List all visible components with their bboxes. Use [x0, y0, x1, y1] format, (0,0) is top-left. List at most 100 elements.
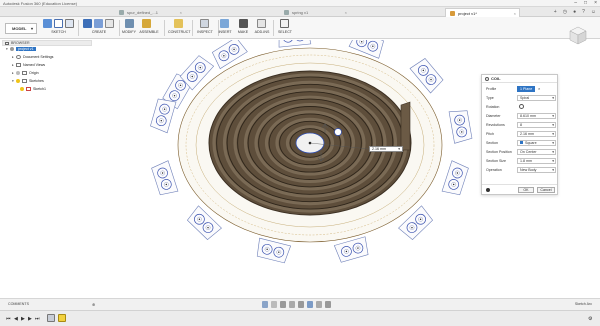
browser-node-root[interactable]: ▾ project v1 — [6, 47, 36, 52]
row-label: Pitch — [486, 132, 494, 136]
clock-icon[interactable]: ◷ — [563, 7, 567, 17]
visibility-icon[interactable] — [10, 47, 14, 52]
sketch-tab — [441, 160, 469, 196]
coil-end-face — [400, 101, 411, 151]
rotation-icon — [519, 104, 524, 109]
clear-selection-icon[interactable]: × — [538, 86, 540, 92]
toolbar-divider — [192, 20, 193, 36]
minimize-icon[interactable]: – — [574, 0, 577, 7]
construct-group[interactable]: CONSTRUCT — [168, 19, 191, 37]
chevron-down-icon: ▾ — [398, 147, 400, 151]
settings-gear-icon[interactable]: ⚙ — [588, 316, 593, 322]
browser-node-sketch1[interactable]: Sketch1 — [20, 87, 46, 92]
select-group[interactable]: SELECT — [275, 19, 295, 37]
cancel-button[interactable]: Cancel — [537, 187, 555, 193]
browser-node-sketches[interactable]: ▾ Sketches — [12, 79, 44, 84]
grid-settings-icon[interactable] — [316, 301, 322, 308]
revolutions-input[interactable]: 8 ▾ — [517, 122, 556, 128]
tab-spur[interactable]: spur_defined_...1 × — [115, 8, 185, 17]
ok-button[interactable]: OK — [518, 187, 534, 193]
operation-dropdown[interactable]: New Body ▾ — [517, 167, 556, 173]
gear-icon — [16, 55, 21, 60]
toolbar-divider — [164, 20, 165, 36]
add-comment-icon[interactable]: ⊕ — [92, 302, 95, 307]
type-dropdown[interactable]: Spiral ▾ — [517, 95, 556, 101]
row-label: Section — [486, 141, 498, 145]
visibility-icon[interactable] — [16, 71, 20, 76]
profile-selector[interactable]: 1 Plane — [517, 86, 535, 92]
modify-group[interactable]: MODIFY — [112, 19, 136, 37]
display-settings-icon[interactable] — [307, 301, 313, 308]
maximize-icon[interactable]: □ — [584, 0, 587, 7]
browser-node-named-views[interactable]: ▸ Named Views — [12, 63, 45, 68]
bell-icon[interactable]: ● — [573, 7, 576, 17]
assemble-group[interactable]: ASSEMBLE — [136, 19, 162, 37]
orbit-icon[interactable] — [262, 301, 268, 308]
row-label: Profile — [486, 87, 497, 91]
user-icon[interactable]: ☺ — [591, 7, 596, 17]
go-to-end-icon[interactable]: ⏭ — [35, 316, 40, 322]
zoom-window-icon[interactable] — [298, 301, 304, 308]
help-icon[interactable]: ? — [582, 7, 585, 17]
workspace-selector[interactable]: MODEL ▾ — [5, 23, 37, 34]
insert-group[interactable]: INSERT — [215, 19, 235, 37]
step-forward-icon[interactable]: ▶ — [28, 316, 33, 322]
browser-icon — [5, 42, 9, 45]
pitch-input[interactable]: 2.16 mm ▾ — [517, 131, 556, 137]
coil-dialog-header[interactable]: COIL — [482, 75, 557, 83]
row-value: Square — [525, 141, 537, 145]
timeline-marker[interactable] — [58, 314, 66, 322]
chevron-down-icon: ▾ — [552, 114, 554, 118]
pitch-dimension-input[interactable]: 2.16 mm ▾ — [369, 146, 403, 152]
row-value: 8 — [520, 123, 522, 127]
group-label: SKETCH — [51, 30, 66, 34]
group-label: SELECT — [278, 30, 292, 34]
visibility-icon[interactable] — [20, 87, 24, 92]
close-icon[interactable]: × — [594, 0, 597, 7]
folder-icon — [16, 63, 21, 68]
pan-icon[interactable] — [280, 301, 286, 308]
tab-spring[interactable]: spring v1 × — [280, 8, 350, 17]
box-icon — [83, 19, 92, 28]
press-pull-icon — [125, 19, 134, 28]
go-to-start-icon[interactable]: ⏮ — [6, 316, 11, 322]
sketch-group[interactable]: SKETCH — [42, 19, 75, 37]
step-back-icon[interactable]: ◀ — [14, 316, 19, 322]
diameter-input[interactable]: 8.610 mm ▾ — [517, 113, 556, 119]
new-tab-icon[interactable]: + — [554, 7, 557, 17]
addins-group[interactable]: ADD-INS — [252, 19, 272, 37]
section-row: Section Square ▾ — [486, 140, 556, 146]
play-icon[interactable]: ▶ — [21, 316, 26, 322]
toolbar-divider — [78, 20, 79, 36]
make-group[interactable]: MAKE — [235, 19, 251, 37]
browser-node-origin[interactable]: ▸ Origin — [12, 71, 39, 76]
tab-project[interactable]: project v1* × — [445, 8, 520, 17]
timeline-sketch-feature[interactable] — [47, 314, 55, 322]
browser-node-document-settings[interactable]: ▸ Document Settings — [12, 55, 53, 60]
visibility-icon[interactable] — [16, 79, 20, 84]
timeline: ⏮ ◀ ▶ ▶ ⏭ ⚙ — [0, 310, 600, 326]
rotation-toggle[interactable] — [517, 104, 556, 110]
chevron-down-icon: ▾ — [552, 168, 554, 172]
section-size-input[interactable]: 1.8 mm ▾ — [517, 158, 556, 164]
measure-icon — [200, 19, 209, 28]
title-bar: Autodesk Fusion 360 (Education License) … — [0, 0, 600, 7]
plane-icon — [174, 19, 183, 28]
section-position-dropdown[interactable]: On Center ▾ — [517, 149, 556, 155]
browser-header[interactable]: BROWSER — [2, 40, 92, 46]
rotate-handle-icon[interactable] — [334, 128, 342, 136]
viewports-icon[interactable] — [325, 301, 331, 308]
look-at-icon[interactable] — [271, 301, 277, 308]
row-value: 8.610 mm — [520, 114, 536, 118]
info-icon[interactable] — [486, 188, 490, 192]
inspect-group[interactable]: INSPECT — [194, 19, 216, 37]
cursor-icon — [280, 19, 289, 28]
section-dropdown[interactable]: Square ▾ — [517, 140, 556, 146]
comments-label[interactable]: COMMENTS — [8, 302, 29, 306]
close-tab-icon[interactable]: × — [345, 8, 347, 17]
browser-title: BROWSER — [11, 41, 30, 45]
zoom-icon[interactable] — [289, 301, 295, 308]
create-group[interactable]: CREATE — [82, 19, 116, 37]
row-value: 2.16 mm — [520, 132, 534, 136]
close-tab-icon[interactable]: × — [180, 8, 182, 17]
